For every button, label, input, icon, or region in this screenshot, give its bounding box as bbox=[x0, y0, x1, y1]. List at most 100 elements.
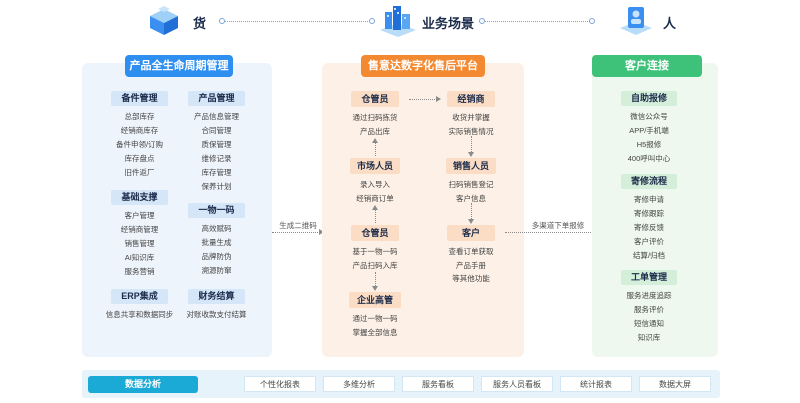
list-item: 批量生成 bbox=[201, 238, 232, 247]
header-right-label: 人 bbox=[663, 16, 677, 31]
basic-support-section: 基础支撑 客户管理 经销商管理 销售管理 AI知识库 服务营销 bbox=[111, 190, 168, 279]
node-text: 收货并掌握 bbox=[452, 113, 490, 122]
flow-arrow bbox=[375, 142, 376, 156]
header-center-label: 业务场景 bbox=[422, 16, 475, 31]
report-item: 服务人员看板 bbox=[481, 376, 553, 392]
list-item: APP/手机端 bbox=[629, 126, 669, 135]
list-item: 库存管理 bbox=[201, 168, 232, 177]
list-item: 对账收款支付结算 bbox=[186, 310, 247, 319]
list-item: 高效赋码 bbox=[201, 224, 232, 233]
person-card-icon bbox=[620, 7, 652, 35]
node-title: 经销商 bbox=[447, 91, 495, 107]
section-title: 产品管理 bbox=[188, 91, 245, 106]
list-item: H5报修 bbox=[636, 140, 662, 149]
arrow-head-icon bbox=[372, 138, 378, 143]
list-item: 维修记录 bbox=[201, 154, 232, 163]
list-item: 服务评价 bbox=[634, 305, 664, 314]
list-item: 寄修申请 bbox=[634, 195, 664, 204]
node-text: 通过扫码拣货 bbox=[352, 113, 398, 122]
list-item: 经销商管理 bbox=[120, 225, 159, 234]
node-text: 扫码销售登记 bbox=[448, 180, 494, 189]
list-item: 经销商库存 bbox=[120, 126, 159, 135]
multichannel-order-label: 多渠道下单报修 bbox=[531, 221, 585, 230]
mail-in-repair-section: 寄修流程 寄修申请 寄修跟踪 寄修反馈 客户评价 结算/归档 bbox=[612, 174, 686, 263]
node-text: 产品出库 bbox=[360, 126, 390, 136]
header-line-right bbox=[482, 21, 592, 22]
node-title: 客户 bbox=[447, 225, 495, 241]
arrow-head-icon bbox=[372, 205, 378, 210]
header: 货 业务场景 人 bbox=[0, 0, 800, 44]
finance-settlement-section: 财务结算 对账收款支付结算 bbox=[180, 289, 253, 322]
node-title: 企业高管 bbox=[349, 292, 401, 308]
list-item: 客户管理 bbox=[124, 211, 155, 220]
section-title: 工单管理 bbox=[621, 270, 677, 285]
report-item: 服务看板 bbox=[402, 376, 474, 392]
flow-arrow bbox=[471, 136, 472, 152]
report-item: 多维分析 bbox=[323, 376, 395, 392]
list-item: 服务进度追踪 bbox=[626, 291, 672, 300]
section-title: ERP集成 bbox=[111, 289, 168, 304]
box-cube-icon bbox=[150, 6, 178, 35]
section-title: 一物一码 bbox=[188, 203, 245, 218]
customer-connect-title: 客户连接 bbox=[592, 55, 702, 77]
section-title: 寄修流程 bbox=[621, 174, 677, 189]
list-item: 结算/归档 bbox=[632, 251, 666, 260]
report-item: 数据大屏 bbox=[639, 376, 711, 392]
erp-section: ERP集成 信息共享和数据同步 bbox=[96, 289, 183, 322]
work-order-section: 工单管理 服务进度追踪 服务评价 短信通知 知识库 bbox=[612, 270, 686, 345]
list-item: 保养计划 bbox=[201, 182, 232, 191]
flow-arrow bbox=[375, 209, 376, 223]
node-marketing-staff: 市场人员 录入导入 经销商订单 bbox=[342, 158, 408, 205]
header-left-label: 货 bbox=[193, 16, 207, 31]
generate-qrcode-label: 生成二维码 bbox=[279, 221, 317, 230]
connector-arrow bbox=[272, 232, 320, 233]
self-service-repair-section: 自助报修 微信公众号 APP/手机端 H5报修 400呼叫中心 bbox=[612, 91, 686, 166]
list-item: 信息共享和数据同步 bbox=[105, 310, 174, 319]
list-item: 合同管理 bbox=[201, 126, 232, 135]
list-item: 寄修跟踪 bbox=[634, 209, 664, 218]
node-warehouse-keeper: 仓管员 通过扫码拣货 产品出库 bbox=[342, 91, 408, 138]
connector-arrow bbox=[505, 232, 593, 233]
node-sales-staff: 销售人员 扫码销售登记 客户信息 bbox=[438, 158, 504, 205]
city-buildings-icon bbox=[380, 6, 416, 37]
list-item: 寄修反馈 bbox=[634, 223, 664, 232]
node-text: 产品扫码入库 bbox=[352, 260, 398, 270]
node-warehouse-keeper: 仓管员 基于一物一码 产品扫码入库 bbox=[342, 225, 408, 272]
header-line-left bbox=[222, 21, 372, 22]
list-item: 短信通知 bbox=[634, 319, 664, 328]
node-text: 录入导入 bbox=[360, 180, 390, 189]
node-text: 掌握全部信息 bbox=[352, 327, 398, 337]
node-title: 仓管员 bbox=[351, 91, 399, 107]
node-text: 经销商订单 bbox=[356, 193, 394, 203]
node-title: 仓管员 bbox=[351, 225, 399, 241]
node-customer: 客户 查看订单获取 产品手册 等其他功能 bbox=[438, 225, 504, 286]
list-item: 旧件返厂 bbox=[124, 168, 155, 177]
header-dot bbox=[369, 18, 375, 24]
section-title: 基础支撑 bbox=[111, 190, 168, 205]
report-item: 个性化报表 bbox=[244, 376, 316, 392]
list-item: 溯源防窜 bbox=[201, 266, 232, 275]
arrow-head-icon bbox=[468, 152, 474, 157]
arrow-head-icon bbox=[468, 219, 474, 224]
report-item: 统计报表 bbox=[560, 376, 632, 392]
list-item: 质保管理 bbox=[201, 140, 232, 149]
platform-title: 售意达数字化售后平台 bbox=[361, 55, 485, 77]
arrow-head-icon bbox=[436, 96, 441, 102]
list-item: 品牌防伪 bbox=[201, 252, 232, 261]
list-item: 产品信息管理 bbox=[194, 112, 239, 121]
flow-arrow bbox=[409, 99, 437, 100]
list-item: 服务营销 bbox=[124, 267, 155, 276]
section-title: 备件管理 bbox=[111, 91, 168, 106]
list-item: 微信公众号 bbox=[630, 112, 668, 121]
list-item: 总部库存 bbox=[124, 112, 155, 121]
product-management-section: 产品管理 产品信息管理 合同管理 质保管理 维修记录 库存管理 保养计划 bbox=[188, 91, 245, 194]
one-item-one-code-section: 一物一码 高效赋码 批量生成 品牌防伪 溯源防窜 bbox=[188, 203, 245, 278]
data-analysis-title: 数据分析 bbox=[88, 376, 198, 393]
node-text: 产品手册 bbox=[456, 260, 486, 270]
spare-parts-section: 备件管理 总部库存 经销商库存 备件申领/订购 库存盘点 旧件返厂 bbox=[111, 91, 168, 180]
node-text: 通过一物一码 bbox=[352, 314, 398, 323]
list-item: 400呼叫中心 bbox=[627, 154, 671, 163]
node-executive: 企业高管 通过一物一码 掌握全部信息 bbox=[342, 292, 408, 339]
list-item: AI知识库 bbox=[124, 253, 155, 262]
list-item: 销售管理 bbox=[124, 239, 155, 248]
